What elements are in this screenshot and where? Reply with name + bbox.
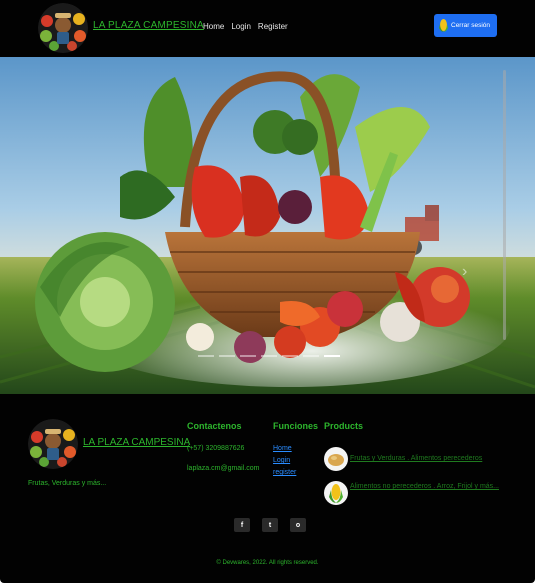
page: LA PLAZA CAMPESINA Home Login Register C… bbox=[0, 0, 535, 583]
carousel-indicators bbox=[198, 355, 340, 357]
hero-image bbox=[0, 57, 535, 394]
products-heading: Products bbox=[324, 421, 364, 431]
instagram-icon[interactable]: o bbox=[290, 518, 306, 532]
product-link-perishable[interactable]: Frutas y Verduras . Alimentos perecedero… bbox=[350, 455, 482, 462]
carousel-scrollbar[interactable] bbox=[503, 70, 506, 340]
logo[interactable] bbox=[38, 3, 88, 53]
footer-link-home[interactable]: Home bbox=[273, 445, 292, 452]
nav-links: Home Login Register bbox=[203, 22, 288, 31]
carousel-indicator[interactable] bbox=[261, 355, 277, 357]
corn-icon bbox=[439, 19, 448, 32]
carousel-indicator[interactable] bbox=[282, 355, 298, 357]
contact-email: laplaza.cm@gmail.com bbox=[187, 465, 260, 472]
footer-tagline: Frutas, Verduras y más... bbox=[28, 480, 107, 487]
brand-link[interactable]: LA PLAZA CAMPESINA bbox=[93, 20, 204, 31]
logout-label: Cerrar sesión bbox=[451, 22, 491, 29]
corn-icon bbox=[324, 481, 348, 505]
footer-brand-link[interactable]: LA PLAZA CAMPESINA bbox=[83, 437, 190, 448]
hero-carousel: ‹ › bbox=[0, 57, 535, 394]
nav-register[interactable]: Register bbox=[258, 22, 288, 31]
carousel-indicator-active[interactable] bbox=[324, 355, 340, 357]
contact-heading: Contactenos bbox=[187, 421, 242, 431]
navbar: LA PLAZA CAMPESINA Home Login Register C… bbox=[0, 0, 535, 57]
carousel-indicator[interactable] bbox=[198, 355, 214, 357]
footer-link-login[interactable]: Login bbox=[273, 457, 290, 464]
footer-logo[interactable] bbox=[28, 419, 78, 469]
footer-link-register[interactable]: register bbox=[273, 469, 296, 476]
nav-home[interactable]: Home bbox=[203, 22, 224, 31]
carousel-next-button[interactable]: › bbox=[462, 263, 467, 281]
facebook-icon[interactable]: f bbox=[234, 518, 250, 532]
twitter-icon[interactable]: t bbox=[262, 518, 278, 532]
copyright: © Devwares, 2022. All rights reserved. bbox=[216, 560, 319, 566]
contact-phone: (+57) 3209887626 bbox=[187, 445, 245, 452]
product-link-non-perishable[interactable]: Alimentos no perecederos . Arroz, Frijol… bbox=[350, 483, 499, 490]
carousel-indicator[interactable] bbox=[240, 355, 256, 357]
functions-heading: Funciones bbox=[273, 421, 319, 431]
logout-button[interactable]: Cerrar sesión bbox=[434, 14, 497, 37]
carousel-indicator[interactable] bbox=[303, 355, 319, 357]
nav-login[interactable]: Login bbox=[231, 22, 251, 31]
carousel-indicator[interactable] bbox=[219, 355, 235, 357]
potato-icon bbox=[324, 447, 348, 471]
